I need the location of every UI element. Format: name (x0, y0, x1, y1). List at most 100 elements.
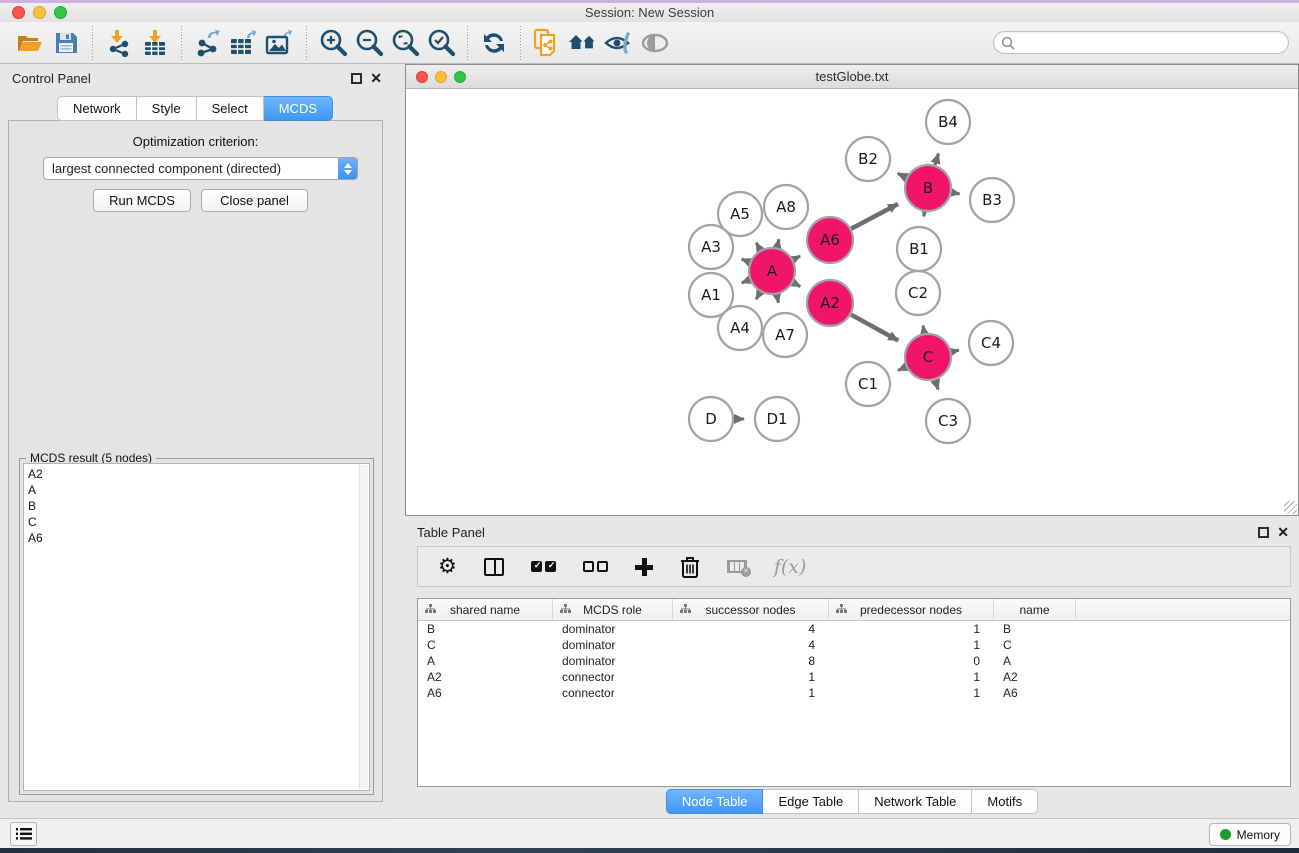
import-network-button[interactable] (101, 25, 137, 61)
zoom-out-button[interactable] (351, 25, 387, 61)
list-item[interactable]: C (28, 514, 369, 530)
memory-button[interactable]: Memory (1209, 823, 1291, 846)
apply-layout-button[interactable] (476, 25, 512, 61)
column-header-mcds-role[interactable]: MCDS role (553, 599, 673, 620)
graph-node[interactable]: B2 (846, 137, 890, 181)
list-item[interactable]: A2 (28, 466, 369, 482)
table-cell[interactable]: 1 (829, 669, 994, 685)
list-scrollbar[interactable] (359, 465, 368, 789)
graph-node[interactable]: B (905, 165, 951, 211)
window-resize-grip[interactable] (1284, 501, 1297, 514)
graph-edge[interactable] (793, 283, 800, 287)
graph-edge[interactable] (793, 256, 800, 260)
graph-node[interactable]: A7 (763, 313, 807, 357)
export-image-button[interactable] (262, 25, 298, 61)
table-cell[interactable]: 0 (829, 653, 994, 669)
list-item[interactable]: A (28, 482, 369, 498)
hide-labels-button[interactable] (601, 25, 637, 61)
open-session-button[interactable] (12, 25, 48, 61)
table-cell[interactable]: A (994, 653, 1076, 669)
graph-node[interactable]: D (689, 397, 733, 441)
function-builder-button[interactable]: f(x) (774, 556, 807, 578)
tab-mcds[interactable]: MCDS (264, 96, 333, 121)
table-cell[interactable]: B (994, 621, 1076, 637)
close-panel-icon[interactable]: ✕ (1277, 524, 1289, 541)
close-panel-button[interactable]: Close panel (201, 189, 308, 212)
float-panel-icon[interactable] (351, 73, 362, 84)
column-header-name[interactable]: name (994, 599, 1076, 620)
list-item[interactable]: B (28, 498, 369, 514)
column-header-successor-nodes[interactable]: successor nodes (673, 599, 829, 620)
list-item[interactable]: A6 (28, 530, 369, 546)
tab-network-table[interactable]: Network Table (859, 789, 972, 814)
save-session-button[interactable] (48, 25, 84, 61)
table-row[interactable]: C dominator 4 1 C (418, 637, 1290, 653)
network-from-selection-button[interactable] (529, 25, 565, 61)
tab-node-table[interactable]: Node Table (666, 789, 764, 814)
graph-node[interactable]: C4 (969, 321, 1013, 365)
show-all-networks-button[interactable] (565, 25, 601, 61)
column-header-shared-name[interactable]: shared name (418, 599, 553, 620)
table-cell[interactable]: 1 (829, 637, 994, 653)
graph-edge[interactable] (777, 239, 779, 247)
close-panel-icon[interactable]: ✕ (370, 70, 382, 87)
graph-node[interactable]: B3 (970, 178, 1014, 222)
table-cell[interactable]: 4 (673, 637, 829, 653)
graph-edge[interactable] (756, 243, 760, 250)
graph-edge[interactable] (851, 204, 898, 229)
table-cell[interactable]: dominator (553, 653, 673, 669)
table-cell[interactable]: A2 (994, 669, 1076, 685)
task-history-button[interactable] (10, 822, 37, 846)
zoom-in-button[interactable] (315, 25, 351, 61)
graph-edge[interactable] (898, 367, 906, 371)
table-cell[interactable]: 1 (673, 685, 829, 701)
graph-node[interactable]: C (905, 334, 951, 380)
graph-node[interactable]: A4 (718, 306, 762, 350)
birdseye-view-button[interactable] (637, 25, 673, 61)
table-cell[interactable]: A6 (994, 685, 1076, 701)
run-mcds-button[interactable]: Run MCDS (93, 189, 191, 212)
create-column-button[interactable] (635, 558, 653, 576)
zoom-fit-button[interactable] (387, 25, 423, 61)
graph-node[interactable]: C3 (926, 399, 970, 443)
delete-table-button[interactable] (727, 560, 747, 573)
table-cell[interactable]: B (418, 621, 553, 637)
tab-select[interactable]: Select (197, 96, 264, 121)
delete-column-button[interactable] (680, 555, 700, 579)
deselect-all-button[interactable] (583, 561, 608, 572)
graph-edge[interactable] (756, 292, 760, 299)
graph-node[interactable]: A5 (718, 192, 762, 236)
graph-edge[interactable] (952, 192, 960, 193)
table-cell[interactable]: connector (553, 669, 673, 685)
export-network-button[interactable] (190, 25, 226, 61)
show-columns-button[interactable] (484, 558, 504, 576)
mcds-result-list[interactable]: A2 A B C A6 (23, 463, 370, 791)
network-canvas[interactable]: AA1A2A3A4A5A6A7A8BB1B2B3B4CC1C2C3C4DD1 (406, 89, 1298, 515)
graph-edge[interactable] (742, 259, 750, 262)
export-table-button[interactable] (226, 25, 262, 61)
table-cell[interactable]: 1 (829, 685, 994, 701)
graph-node[interactable]: A (749, 248, 795, 294)
table-cell[interactable]: dominator (553, 621, 673, 637)
tab-motifs[interactable]: Motifs (972, 789, 1038, 814)
network-window-titlebar[interactable]: testGlobe.txt (406, 65, 1298, 89)
table-cell[interactable]: 1 (673, 669, 829, 685)
graph-node[interactable]: C1 (846, 362, 890, 406)
table-cell[interactable]: dominator (553, 637, 673, 653)
graph-edge[interactable] (898, 173, 907, 177)
table-cell[interactable]: A (418, 653, 553, 669)
table-cell[interactable]: 4 (673, 621, 829, 637)
table-row[interactable]: A6 connector 1 1 A6 (418, 685, 1290, 701)
graph-edge[interactable] (742, 280, 750, 283)
table-cell[interactable]: A6 (418, 685, 553, 701)
graph-node[interactable]: A8 (764, 185, 808, 229)
zoom-selected-button[interactable] (423, 25, 459, 61)
select-all-button[interactable] (531, 561, 556, 572)
tab-style[interactable]: Style (137, 96, 197, 121)
graph-node[interactable]: A6 (807, 217, 853, 263)
table-cell[interactable]: C (994, 637, 1076, 653)
graph-edge[interactable] (935, 154, 938, 165)
graph-edge[interactable] (924, 212, 925, 217)
graph-edge[interactable] (777, 295, 779, 303)
graph-edge[interactable] (923, 326, 924, 334)
